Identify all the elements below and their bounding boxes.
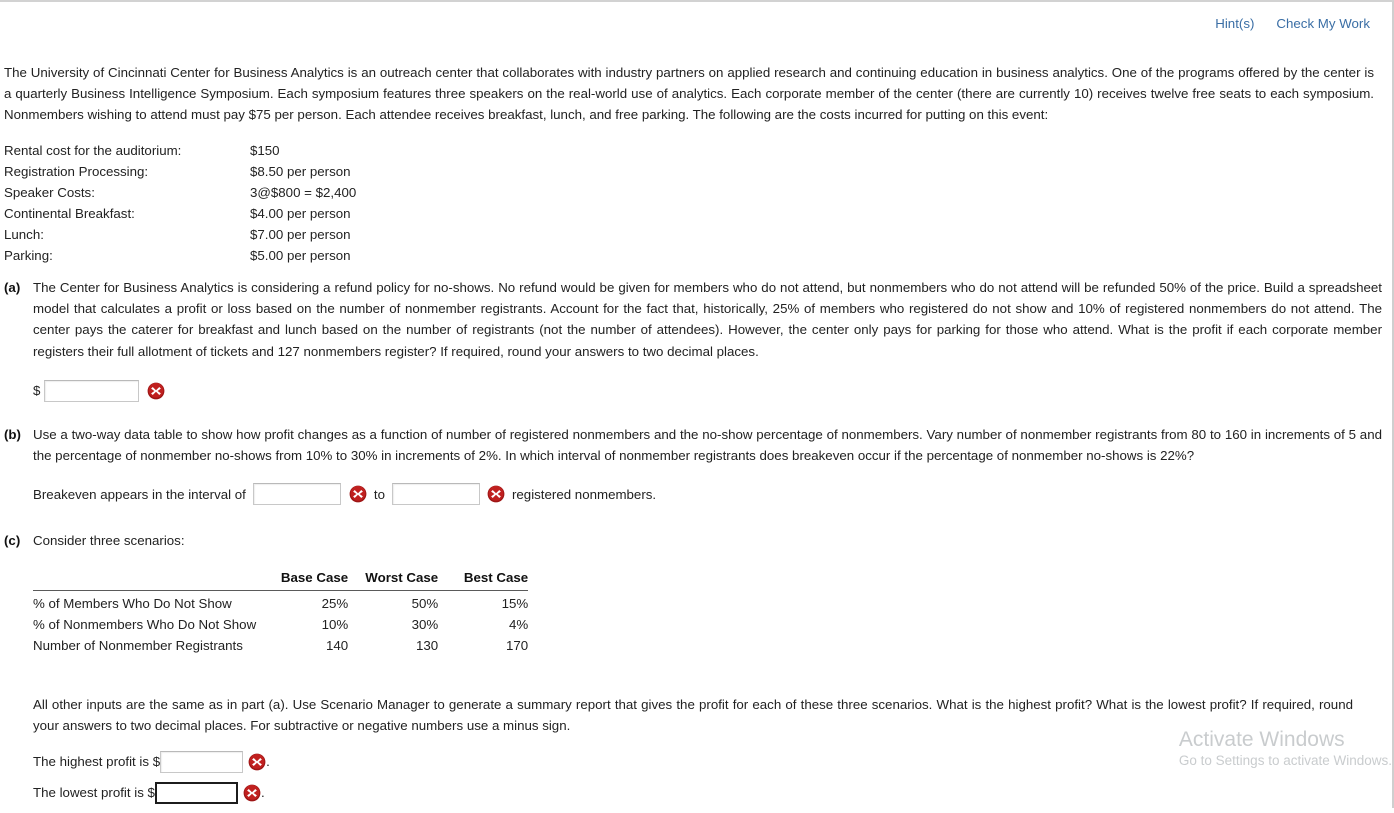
cost-value: $5.00 per person (250, 248, 351, 263)
table-row: % of Nonmembers Who Do Not Show 10% 30% … (33, 614, 528, 635)
lowest-profit-label: The lowest profit is $ (33, 785, 155, 801)
part-b-interval-from-input[interactable] (252, 483, 341, 506)
part-a-answer-row: $ (33, 379, 1384, 402)
error-x-icon[interactable] (349, 485, 367, 503)
error-x-icon[interactable] (487, 485, 505, 503)
scenarios-row-label: Number of Nonmember Registrants (33, 638, 243, 654)
part-b-prefix-label: Breakeven appears in the interval of (33, 486, 246, 502)
hints-link[interactable]: Hint(s) (1215, 16, 1254, 31)
scenarios-row-label: % of Members Who Do Not Show (33, 596, 232, 612)
cost-row: Lunch: $7.00 per person (4, 224, 356, 245)
highest-profit-row: The highest profit is $ . (33, 750, 1384, 773)
part-a-answer-input[interactable] (44, 379, 140, 402)
question-part-b: (b) Use a two-way data table to show how… (4, 424, 1384, 506)
cost-row: Parking: $5.00 per person (4, 245, 356, 266)
problem-intro-text: The University of Cincinnati Center for … (4, 65, 1374, 123)
table-row: Number of Nonmember Registrants 140 130 … (33, 635, 528, 656)
part-c-text: Consider three scenarios: (33, 533, 185, 548)
cost-label: Rental cost for the auditorium: (4, 143, 182, 158)
scenarios-header-best-case: Best Case (438, 567, 529, 592)
scenarios-cell: 130 (416, 638, 439, 654)
scenarios-cell: 25% (321, 596, 349, 612)
lowest-profit-period: . (260, 785, 265, 801)
scenarios-cell: 15% (501, 596, 529, 612)
dollar-sign-label: $ (33, 383, 41, 399)
part-c-closing-text: All other inputs are the same as in part… (33, 697, 1353, 734)
cost-label: Speaker Costs: (4, 185, 95, 200)
lowest-profit-row: The lowest profit is $ . (33, 781, 1384, 804)
assignment-page: Hint(s) Check My Work The University of … (0, 0, 1394, 808)
part-c-marker: (c) (4, 533, 21, 548)
cost-row: Speaker Costs: 3@$800 = $2,400 (4, 182, 356, 203)
scenarios-cell: 10% (321, 617, 349, 633)
scenarios-header-row: Base Case Worst Case Best Case (33, 567, 529, 592)
part-b-answer-row: Breakeven appears in the interval of to (33, 483, 1384, 506)
part-b-middle-label: to (373, 486, 385, 502)
scenarios-header-worst-case: Worst Case (348, 567, 439, 592)
part-c-answers: The highest profit is $ . The lowest pro… (33, 750, 1384, 804)
cost-value: $4.00 per person (250, 206, 351, 221)
error-x-icon[interactable] (243, 784, 261, 802)
scenarios-cell: 140 (326, 638, 349, 654)
cost-value: 3@$800 = $2,400 (250, 185, 357, 200)
toolbar: Hint(s) Check My Work (1215, 16, 1370, 31)
highest-profit-input[interactable] (160, 750, 244, 773)
cost-list-table: Rental cost for the auditorium: $150 Reg… (4, 140, 356, 266)
part-a-marker: (a) (4, 280, 21, 295)
scenarios-table: Base Case Worst Case Best Case % of Memb… (33, 567, 529, 656)
part-b-marker: (b) (4, 427, 21, 442)
table-row: % of Members Who Do Not Show 25% 50% 15% (33, 591, 528, 615)
scenarios-cell: 4% (508, 617, 529, 633)
cost-value: $150 (250, 143, 280, 158)
lowest-profit-input[interactable] (154, 781, 238, 804)
part-b-suffix-label: registered nonmembers. (511, 486, 657, 502)
cost-value: $7.00 per person (250, 227, 351, 242)
cost-value: $8.50 per person (250, 164, 351, 179)
question-part-a: (a) The Center for Business Analytics is… (4, 277, 1384, 402)
error-x-icon[interactable] (248, 753, 266, 771)
cost-row: Rental cost for the auditorium: $150 (4, 140, 356, 161)
scenarios-cell: 50% (411, 596, 439, 612)
check-my-work-link[interactable]: Check My Work (1276, 16, 1370, 31)
scenarios-header-base-case: Base Case (262, 567, 349, 592)
highest-profit-label: The highest profit is $ (33, 754, 161, 770)
cost-label: Parking: (4, 248, 53, 263)
cost-row: Registration Processing: $8.50 per perso… (4, 161, 356, 182)
part-a-text: The Center for Business Analytics is con… (33, 280, 1382, 359)
cost-label: Lunch: (4, 227, 44, 242)
part-b-text: Use a two-way data table to show how pro… (33, 427, 1382, 464)
cost-label: Registration Processing: (4, 164, 149, 179)
scenarios-header-blank (33, 567, 263, 592)
scenarios-row-label: % of Nonmembers Who Do Not Show (33, 617, 257, 633)
cost-label: Continental Breakfast: (4, 206, 135, 221)
part-b-interval-to-input[interactable] (391, 483, 480, 506)
cost-row: Continental Breakfast: $4.00 per person (4, 203, 356, 224)
question-part-c: (c) Consider three scenarios: Base Case … (4, 530, 1384, 813)
scenarios-cell: 170 (506, 638, 529, 654)
highest-profit-period: . (266, 754, 270, 770)
error-x-icon[interactable] (147, 382, 165, 400)
scenarios-cell: 30% (411, 617, 439, 633)
